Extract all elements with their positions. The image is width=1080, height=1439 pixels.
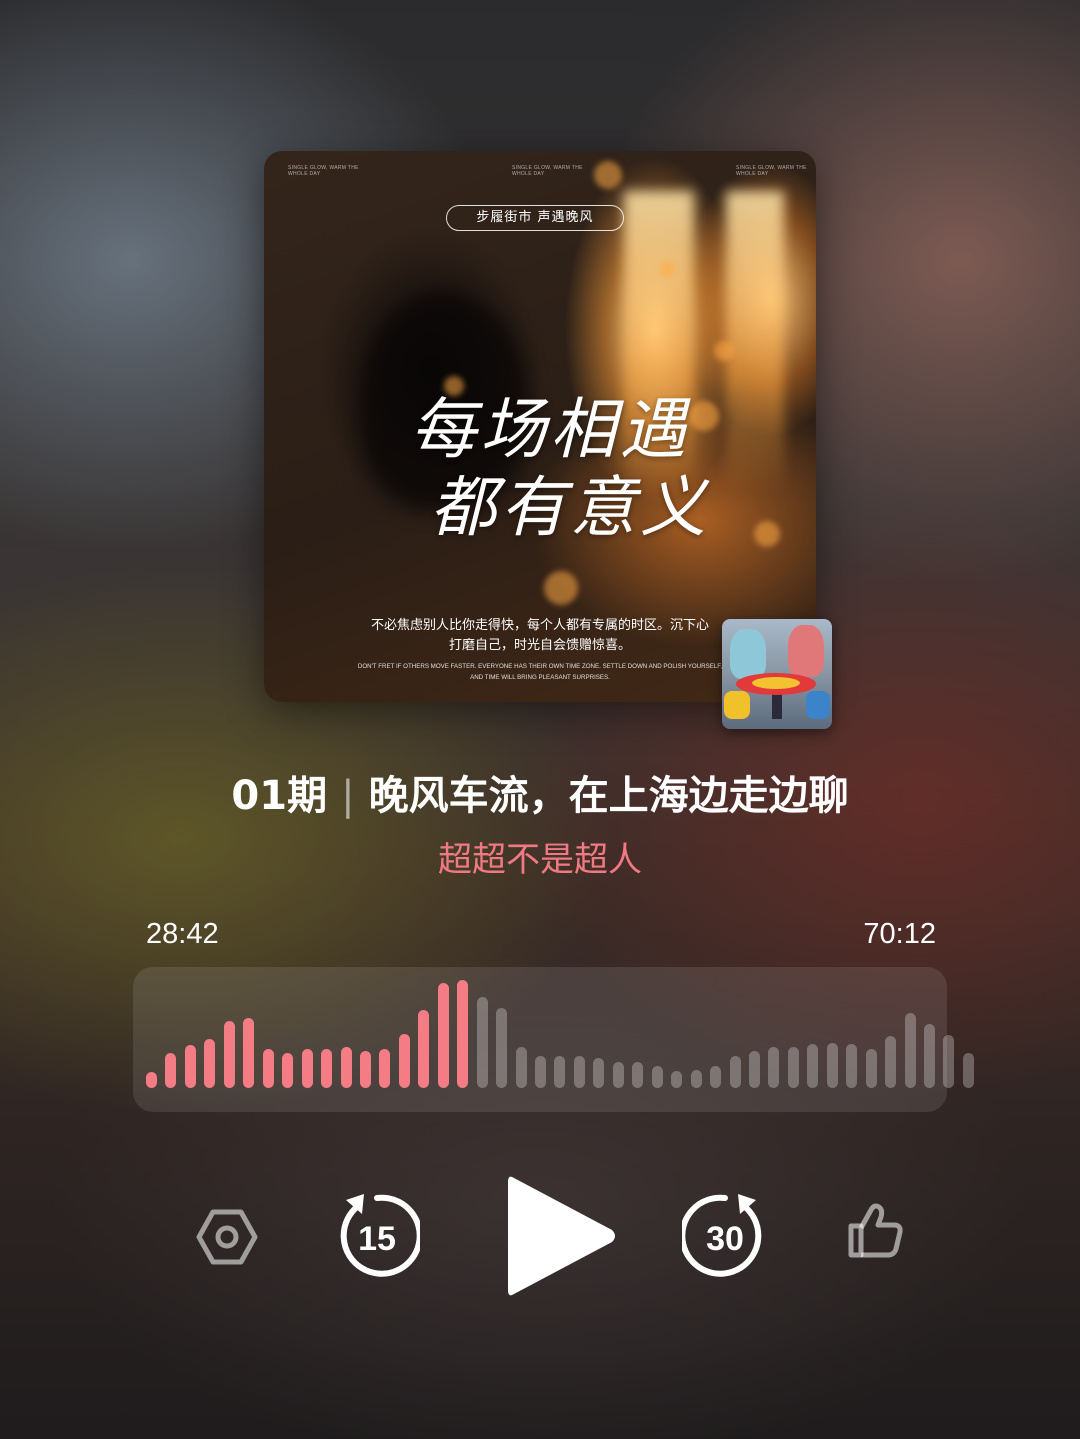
play-icon <box>508 1176 615 1296</box>
waveform-bar <box>885 1036 897 1088</box>
waveform-bar <box>184 1044 196 1088</box>
waveform-bar <box>612 1062 624 1088</box>
waveform-bar <box>787 1046 799 1088</box>
cover-top-note: SINGLE GLOW, WARM THE WHOLE DAY <box>288 165 359 177</box>
waveform-bar <box>282 1053 294 1088</box>
waveform-bar <box>243 1017 255 1088</box>
thumb-stool <box>806 691 830 719</box>
waveform-progress[interactable] <box>133 967 974 1112</box>
rewind-15-button[interactable]: 15 <box>334 1192 420 1278</box>
cover-top-note: SINGLE GLOW, WARM THE WHOLE DAY <box>736 165 807 177</box>
hexagon-settings-icon <box>196 1209 258 1265</box>
elapsed-time: 28:42 <box>146 918 219 950</box>
waveform-bar <box>807 1043 819 1088</box>
cover-title-line2: 都有意义 <box>430 469 710 546</box>
cover-bokeh <box>714 341 734 361</box>
waveform-bar <box>865 1049 877 1088</box>
waveform-bar <box>496 1008 508 1088</box>
author-name[interactable]: 超超不是超人 <box>0 838 1080 882</box>
waveform-bars <box>133 967 974 1112</box>
title-separator: | <box>341 773 355 819</box>
waveform-bar <box>262 1049 274 1088</box>
waveform-bar <box>924 1024 935 1088</box>
waveform-bar <box>554 1055 566 1088</box>
waveform-bar <box>418 1010 430 1088</box>
waveform-bar <box>846 1043 858 1088</box>
thumb-figure <box>788 625 824 677</box>
waveform-bar <box>632 1062 644 1088</box>
waveform-bar <box>301 1049 313 1088</box>
cover-tag: 步履街市 声遇晚风 <box>446 205 624 231</box>
episode-title: 01期 | 晚风车流，在上海边走边聊 <box>0 770 1080 822</box>
waveform-bar <box>729 1055 741 1088</box>
thumb-figure <box>730 629 766 679</box>
waveform-bar <box>943 1035 955 1088</box>
waveform-bar <box>690 1069 702 1088</box>
waveform-bar <box>904 1013 916 1088</box>
waveform-bar <box>573 1055 585 1088</box>
waveform-bar <box>340 1046 352 1088</box>
thumbs-up-icon <box>848 1203 903 1258</box>
cover-bokeh <box>594 161 622 189</box>
waveform-bar <box>768 1046 780 1088</box>
forward-seconds: 30 <box>706 1219 744 1258</box>
cover-bokeh <box>544 571 578 605</box>
waveform-bar <box>165 1053 177 1088</box>
waveform-bar <box>826 1042 838 1088</box>
waveform-bar <box>671 1070 683 1088</box>
waveform-bar <box>321 1049 333 1088</box>
cover-title-line1: 每场相遇 <box>410 391 690 468</box>
waveform-bar <box>398 1034 410 1088</box>
cover-top-note: SINGLE GLOW, WARM THE WHOLE DAY <box>512 165 583 177</box>
waveform-bar <box>476 997 488 1088</box>
total-time: 70:12 <box>863 918 936 950</box>
waveform-bar <box>359 1051 371 1088</box>
waveform-bar <box>437 983 449 1088</box>
waveform-bar <box>223 1021 235 1088</box>
waveform-bar <box>593 1057 605 1088</box>
thumb-stool <box>724 691 750 719</box>
waveform-bar <box>535 1055 546 1088</box>
podcast-thumbnail[interactable] <box>722 619 832 729</box>
waveform-bar <box>962 1053 974 1088</box>
waveform-bar <box>515 1046 527 1088</box>
waveform-bar <box>748 1051 760 1088</box>
play-button[interactable] <box>504 1170 620 1302</box>
thumb-table-leg <box>772 693 782 719</box>
settings-button[interactable] <box>196 1206 258 1268</box>
waveform-bar <box>710 1066 722 1088</box>
rewind-seconds: 15 <box>358 1219 396 1258</box>
cover-bokeh <box>659 261 675 277</box>
waveform-bar <box>146 1071 157 1088</box>
waveform-bar <box>204 1039 216 1088</box>
thumb-table-inner <box>752 677 800 689</box>
episode-name: 晚风车流，在上海边走边聊 <box>368 773 849 819</box>
forward-30-button[interactable]: 30 <box>682 1192 768 1278</box>
like-button[interactable] <box>844 1200 906 1262</box>
cover-title: 每场相遇 都有意义 <box>264 391 816 547</box>
episode-number: 01期 <box>231 773 328 819</box>
waveform-bar <box>457 980 469 1088</box>
waveform-bar <box>651 1066 663 1088</box>
waveform-bar <box>379 1049 391 1088</box>
